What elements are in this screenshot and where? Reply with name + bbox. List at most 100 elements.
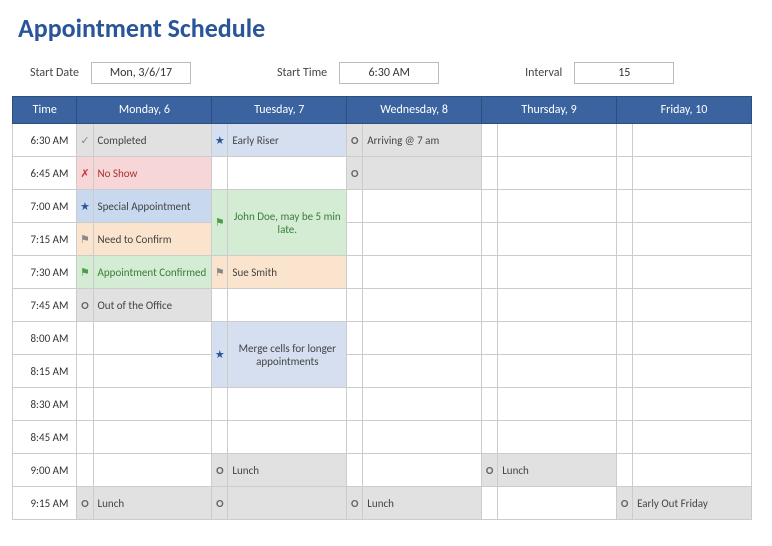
cell[interactable]: Lunch	[228, 454, 347, 487]
cell-icon[interactable]	[617, 256, 633, 289]
cell-icon[interactable]	[617, 157, 633, 190]
cell-icon[interactable]: ★	[212, 124, 228, 157]
cell-icon[interactable]: ✓	[77, 124, 93, 157]
cell-icon[interactable]: O	[347, 157, 363, 190]
cell[interactable]: Need to Confirm	[93, 223, 212, 256]
cell[interactable]: Appointment Confirmed	[93, 256, 212, 289]
cell-icon[interactable]	[347, 355, 363, 388]
cell-icon[interactable]: ★	[77, 190, 93, 223]
cell-icon[interactable]: O	[77, 289, 93, 322]
cell[interactable]	[633, 256, 752, 289]
cell[interactable]: Lunch	[363, 487, 482, 520]
cell-icon[interactable]	[617, 190, 633, 223]
cell[interactable]	[363, 388, 482, 421]
cell-icon[interactable]	[212, 421, 228, 454]
cell-icon[interactable]	[77, 454, 93, 487]
cell-icon[interactable]	[347, 223, 363, 256]
cell-icon[interactable]	[347, 421, 363, 454]
cell-icon[interactable]	[347, 322, 363, 355]
cell-icon[interactable]	[482, 355, 498, 388]
cell-icon[interactable]	[482, 256, 498, 289]
cell-icon[interactable]	[347, 454, 363, 487]
cell[interactable]	[228, 289, 347, 322]
cell[interactable]	[93, 322, 212, 355]
cell-icon[interactable]	[482, 223, 498, 256]
cell[interactable]	[498, 223, 617, 256]
cell[interactable]	[363, 421, 482, 454]
cell-icon[interactable]: ★	[212, 322, 228, 388]
cell[interactable]	[363, 454, 482, 487]
cell-icon[interactable]	[482, 157, 498, 190]
cell-icon[interactable]	[212, 289, 228, 322]
cell[interactable]	[93, 421, 212, 454]
cell-icon[interactable]	[482, 421, 498, 454]
cell[interactable]: Completed	[93, 124, 212, 157]
cell-icon[interactable]	[617, 421, 633, 454]
cell[interactable]	[633, 190, 752, 223]
cell[interactable]	[93, 454, 212, 487]
cell-icon[interactable]	[617, 388, 633, 421]
cell-icon[interactable]	[482, 487, 498, 520]
cell[interactable]	[498, 355, 617, 388]
cell-icon[interactable]: O	[212, 454, 228, 487]
cell-icon[interactable]: ⚑	[77, 223, 93, 256]
cell[interactable]: Early Riser	[228, 124, 347, 157]
cell-icon[interactable]	[77, 355, 93, 388]
cell[interactable]	[498, 157, 617, 190]
cell-icon[interactable]	[347, 256, 363, 289]
cell[interactable]	[363, 190, 482, 223]
cell-icon[interactable]: O	[212, 487, 228, 520]
cell[interactable]	[498, 190, 617, 223]
cell[interactable]	[633, 454, 752, 487]
cell[interactable]	[498, 124, 617, 157]
start-time-input[interactable]: 6:30 AM	[339, 62, 439, 84]
start-date-input[interactable]: Mon, 3/6/17	[91, 62, 191, 84]
cell-icon[interactable]	[347, 388, 363, 421]
cell[interactable]	[498, 322, 617, 355]
cell[interactable]	[633, 421, 752, 454]
cell-icon[interactable]	[617, 355, 633, 388]
cell[interactable]	[228, 157, 347, 190]
cell-icon[interactable]	[212, 388, 228, 421]
cell[interactable]: Early Out Friday	[633, 487, 752, 520]
cell-icon[interactable]	[77, 421, 93, 454]
cell-icon[interactable]: O	[347, 124, 363, 157]
cell[interactable]: Lunch	[498, 454, 617, 487]
cell[interactable]	[363, 223, 482, 256]
cell[interactable]	[633, 322, 752, 355]
cell[interactable]	[498, 388, 617, 421]
cell-icon[interactable]	[482, 124, 498, 157]
cell[interactable]	[363, 355, 482, 388]
cell[interactable]	[363, 157, 482, 190]
cell[interactable]	[93, 355, 212, 388]
cell-icon[interactable]	[482, 190, 498, 223]
cell[interactable]: No Show	[93, 157, 212, 190]
cell-icon[interactable]	[617, 124, 633, 157]
cell[interactable]: Arriving @ 7 am	[363, 124, 482, 157]
cell[interactable]	[363, 322, 482, 355]
cell[interactable]	[363, 289, 482, 322]
cell-icon[interactable]: ⚑	[212, 190, 228, 256]
cell[interactable]: Lunch	[93, 487, 212, 520]
cell[interactable]: Special Appointment	[93, 190, 212, 223]
cell[interactable]	[363, 256, 482, 289]
cell[interactable]	[633, 289, 752, 322]
cell[interactable]	[498, 289, 617, 322]
cell[interactable]	[633, 388, 752, 421]
cell-icon[interactable]: ⚑	[212, 256, 228, 289]
cell[interactable]	[633, 124, 752, 157]
cell-icon[interactable]: ✗	[77, 157, 93, 190]
interval-input[interactable]: 15	[574, 62, 674, 84]
cell-icon[interactable]: O	[77, 487, 93, 520]
cell[interactable]	[633, 157, 752, 190]
cell-icon[interactable]	[482, 388, 498, 421]
cell[interactable]	[633, 355, 752, 388]
cell[interactable]: John Doe, may be 5 min late.	[228, 190, 347, 256]
cell-icon[interactable]	[617, 454, 633, 487]
cell[interactable]	[228, 487, 347, 520]
cell[interactable]	[498, 256, 617, 289]
cell-icon[interactable]	[77, 322, 93, 355]
cell-icon[interactable]	[347, 289, 363, 322]
cell-icon[interactable]	[482, 289, 498, 322]
cell-icon[interactable]	[212, 157, 228, 190]
